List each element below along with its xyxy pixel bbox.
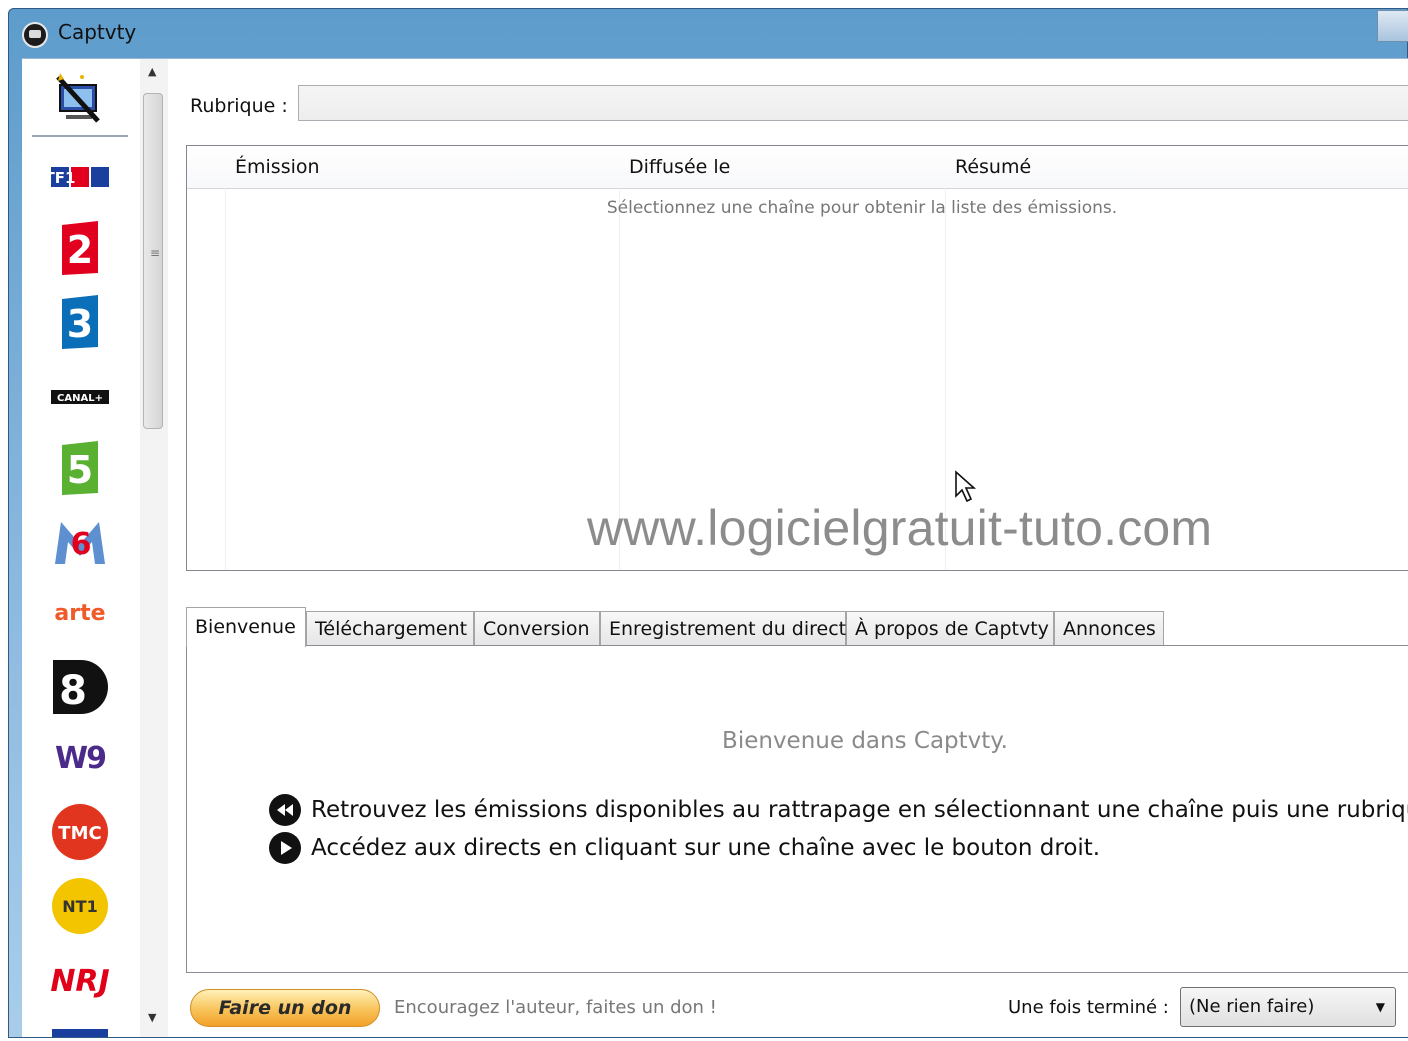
- welcome-panel: Bienvenue dans Captvty. Retrouvez les ém…: [186, 645, 1408, 973]
- channel-tools[interactable]: [32, 65, 128, 137]
- donate-button[interactable]: Faire un don: [190, 989, 380, 1027]
- nt1-logo-icon: NT1: [52, 878, 108, 934]
- rubrique-label: Rubrique :: [190, 95, 288, 117]
- empty-list-message: Sélectionnez une chaîne pour obtenir la …: [606, 198, 1118, 218]
- scrollbar-thumb[interactable]: ≡: [143, 93, 163, 429]
- d8-logo-icon: 8: [53, 660, 108, 714]
- column-diffusee-le[interactable]: Diffusée le: [629, 156, 730, 178]
- channel-scrollbar[interactable]: ▲ ≡ ▼: [140, 59, 168, 1037]
- tab-bienvenue[interactable]: Bienvenue: [186, 607, 306, 647]
- france3-label: 3: [67, 302, 93, 346]
- finish-action-value: (Ne rien faire): [1189, 996, 1315, 1017]
- nrj12-logo-icon: NRJ: [50, 964, 109, 999]
- canalplus-logo-icon: CANAL+: [51, 390, 109, 404]
- chevron-down-icon: ▼: [1375, 1000, 1385, 1014]
- play-icon: [269, 832, 301, 864]
- finish-action-select[interactable]: (Ne rien faire) ▼: [1180, 987, 1396, 1027]
- channel-arte[interactable]: arte: [32, 593, 128, 633]
- scroll-up-icon[interactable]: ▲: [148, 65, 156, 78]
- channel-france2[interactable]: 2: [32, 217, 128, 279]
- welcome-title: Bienvenue dans Captvty.: [722, 728, 1008, 754]
- france3-logo-icon: 3: [62, 295, 98, 349]
- channel-m6[interactable]: 6: [32, 511, 128, 571]
- welcome-line-text: Accédez aux directs en cliquant sur une …: [311, 835, 1101, 861]
- rewind-icon: [269, 794, 301, 826]
- channel-canalplus[interactable]: CANAL+: [32, 379, 128, 415]
- channel-tf1[interactable]: TF1: [32, 151, 128, 203]
- magic-wand-icon: [56, 73, 100, 123]
- captvty-app-icon[interactable]: [22, 22, 48, 48]
- d8-label: 8: [59, 668, 87, 714]
- channel-france3[interactable]: 3: [32, 291, 128, 353]
- client-area: TF1 2 3 CANAL+: [22, 58, 1408, 1037]
- m6-logo-icon: 6: [55, 522, 105, 564]
- m6-label: 6: [71, 527, 92, 562]
- channel-france5[interactable]: 5: [32, 437, 128, 499]
- channel-w9[interactable]: W9: [32, 735, 128, 781]
- channel-d8[interactable]: 8: [32, 655, 128, 719]
- rubrique-select[interactable]: [298, 85, 1408, 121]
- column-emission[interactable]: Émission: [235, 156, 320, 178]
- tab-enregistrement-direct[interactable]: Enregistrement du direct: [600, 611, 846, 645]
- tab-conversion[interactable]: Conversion: [474, 611, 600, 645]
- tf1-label: TF1: [51, 169, 75, 187]
- tmc-logo-icon: TMC: [52, 804, 108, 860]
- channel-nrj12[interactable]: NRJ: [32, 947, 128, 1013]
- welcome-line-text: Retrouvez les émissions disponibles au r…: [311, 797, 1408, 823]
- column-divider: [225, 188, 226, 570]
- scroll-down-icon[interactable]: ▼: [148, 1011, 156, 1024]
- window-title: Captvty: [58, 20, 137, 44]
- arte-logo-label: arte: [54, 600, 106, 626]
- tf1-logo-icon: TF1: [51, 167, 109, 187]
- tab-annonces[interactable]: Annonces: [1054, 611, 1164, 645]
- minimize-button[interactable]: [1377, 10, 1408, 42]
- channel-next-partial[interactable]: [52, 1029, 108, 1037]
- canalplus-label: CANAL+: [57, 393, 103, 404]
- program-list-header: Émission Diffusée le Résumé: [187, 146, 1408, 189]
- column-resume[interactable]: Résumé: [955, 156, 1031, 178]
- title-bar[interactable]: Captvty: [8, 8, 1408, 58]
- france2-label: 2: [67, 228, 93, 272]
- nt1-label: NT1: [62, 897, 97, 916]
- w9-logo-label: W9: [55, 740, 107, 776]
- welcome-line-direct: Accédez aux directs en cliquant sur une …: [269, 832, 1100, 864]
- tmc-label: TMC: [58, 823, 101, 844]
- nrj12-label: NRJ: [50, 964, 109, 999]
- france5-logo-icon: 5: [62, 441, 98, 495]
- tab-a-propos[interactable]: À propos de Captvty: [846, 611, 1054, 645]
- finish-action-label: Une fois terminé :: [1008, 997, 1169, 1018]
- tab-telechargement[interactable]: Téléchargement: [306, 611, 474, 645]
- donate-text: Encouragez l'auteur, faites un don !: [394, 997, 717, 1018]
- watermark: www.logicielgratuit-tuto.com: [587, 500, 1213, 556]
- channel-list: TF1 2 3 CANAL+: [22, 59, 138, 1037]
- channel-tmc[interactable]: TMC: [32, 799, 128, 865]
- france5-label: 5: [67, 448, 93, 492]
- app-window: Captvty TF1: [8, 8, 1408, 1038]
- welcome-line-rattrapage: Retrouvez les émissions disponibles au r…: [269, 794, 1408, 826]
- channel-nt1[interactable]: NT1: [32, 873, 128, 939]
- grip-icon: ≡: [150, 246, 161, 260]
- france2-logo-icon: 2: [62, 221, 98, 275]
